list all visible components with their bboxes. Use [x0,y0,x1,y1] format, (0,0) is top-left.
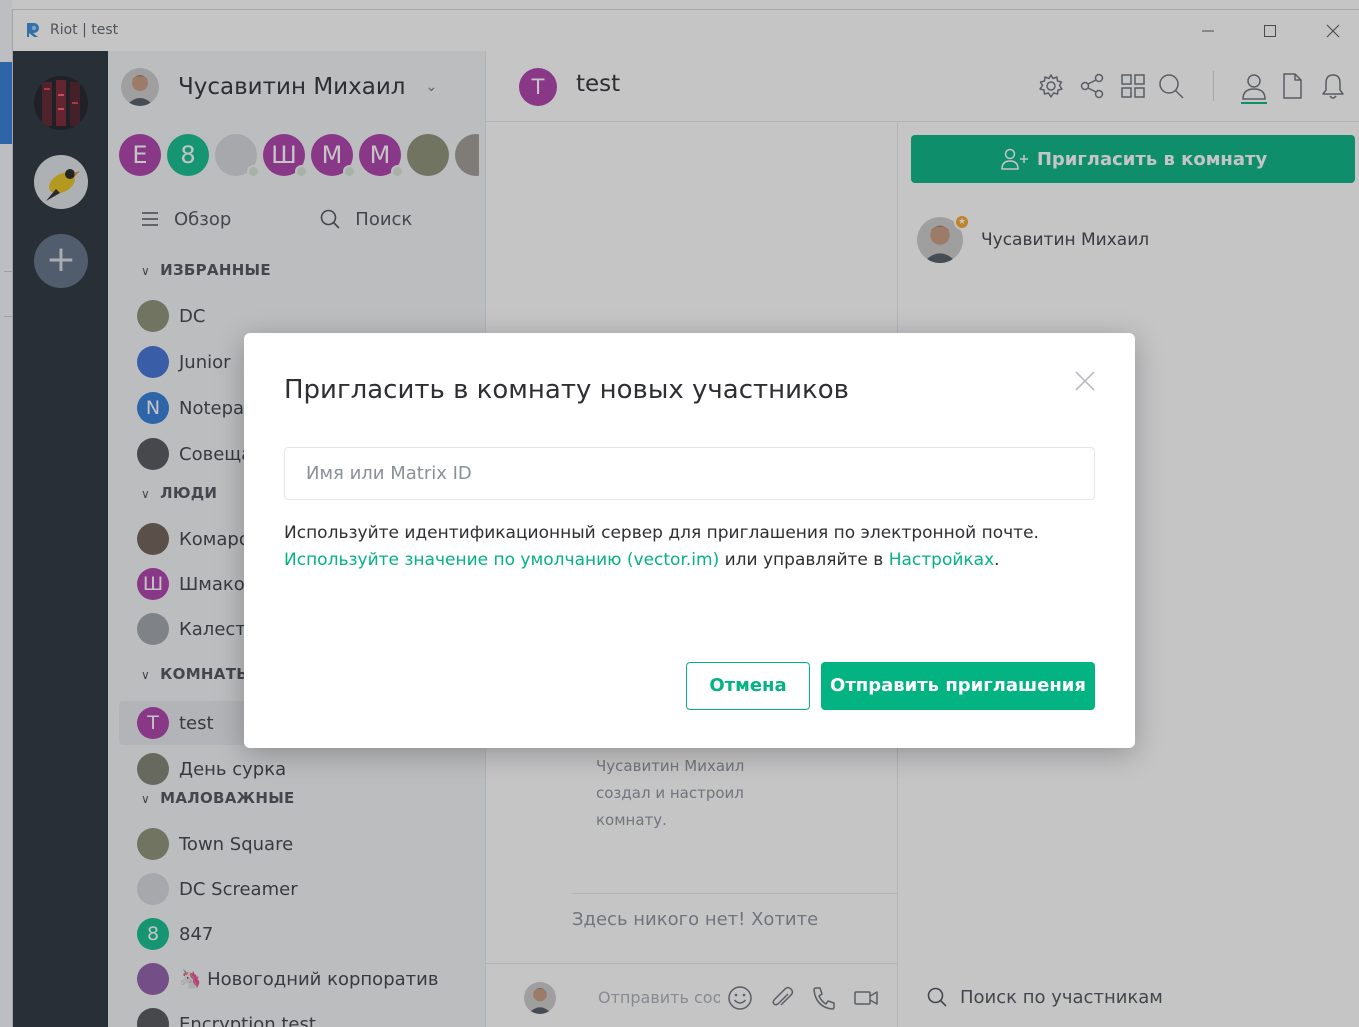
identity-server-end-text: . [994,550,1000,570]
use-default-identity-link[interactable]: Используйте значение по умолчанию (vecto… [284,550,719,570]
invite-dialog: Пригласить в комнату новых участников Ис… [244,333,1135,748]
send-invites-button[interactable]: Отправить приглашения [821,662,1095,710]
close-icon[interactable] [1072,368,1098,394]
cancel-button[interactable]: Отмена [686,662,810,710]
identity-server-actions: Используйте значение по умолчанию (vecto… [284,547,1039,574]
identity-server-text: Используйте идентификационный сервер для… [284,523,1039,543]
identity-server-notice: Используйте идентификационный сервер для… [284,520,1039,574]
invite-search-input[interactable] [284,447,1095,500]
identity-server-mid-text: или управляйте в [719,550,889,570]
dialog-title: Пригласить в комнату новых участников [284,375,849,405]
settings-link[interactable]: Настройках [889,550,994,570]
